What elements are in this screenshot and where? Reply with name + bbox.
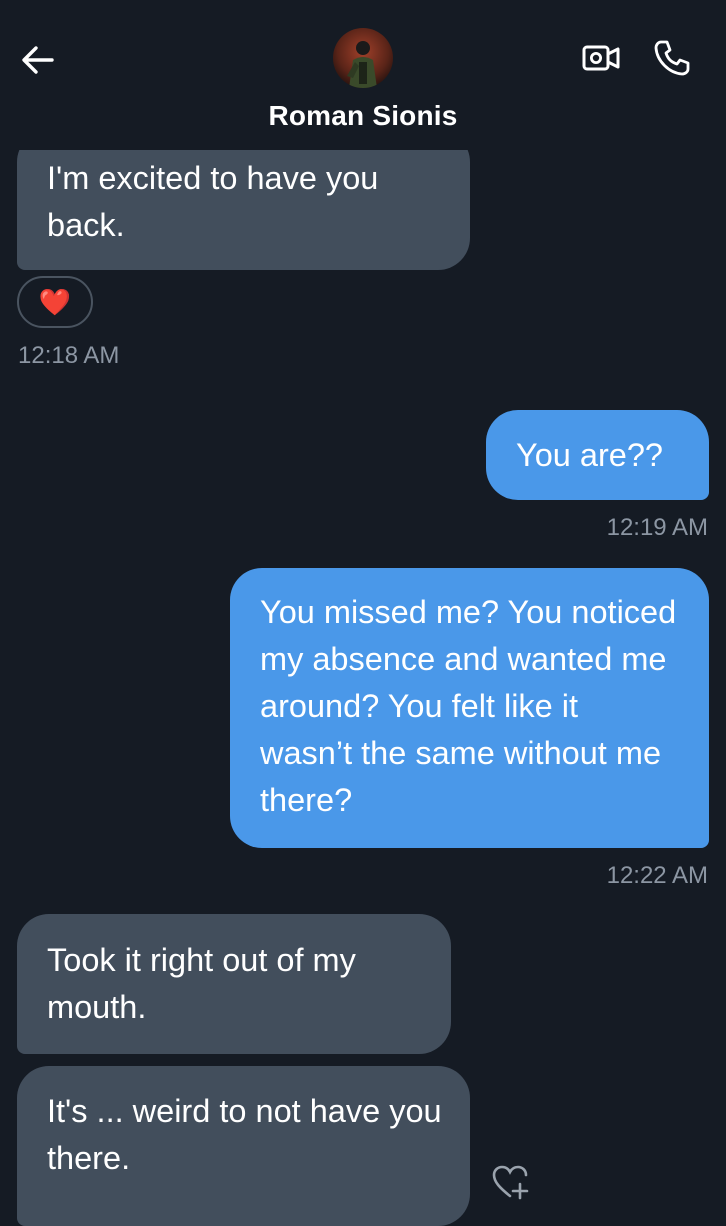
- heart-plus-icon: [492, 1165, 529, 1200]
- red-heart-emoji: ❤️: [38, 287, 72, 317]
- contact-name[interactable]: Roman Sionis: [0, 100, 726, 132]
- message-timestamp: 12:18 AM: [18, 342, 120, 369]
- avatar[interactable]: [333, 28, 393, 88]
- message-text: Took it right out of my mouth.: [47, 942, 356, 1025]
- message-text: You missed me? You noticed my absence an…: [260, 594, 677, 818]
- video-call-button[interactable]: [578, 38, 624, 78]
- back-button[interactable]: [18, 40, 58, 80]
- message-text: I'm excited to have you back.: [47, 160, 379, 243]
- arrow-left-icon: [22, 46, 54, 74]
- sent-message-bubble[interactable]: You are??: [486, 410, 709, 500]
- avatar-image: [333, 28, 393, 88]
- message-text: You are??: [516, 437, 663, 473]
- reaction-badge[interactable]: ❤️: [17, 276, 93, 328]
- received-message-bubble[interactable]: I'm excited to have you back.: [17, 130, 470, 270]
- received-message-bubble[interactable]: Took it right out of my mouth.: [17, 914, 451, 1054]
- add-reaction-button[interactable]: [490, 1162, 530, 1200]
- received-message-bubble[interactable]: It's ... weird to not have you there.: [17, 1066, 470, 1226]
- chat-header: Roman Sionis: [0, 0, 726, 150]
- phone-icon: [654, 40, 690, 76]
- message-timestamp: 12:19 AM: [606, 514, 708, 541]
- sent-message-bubble[interactable]: You missed me? You noticed my absence an…: [230, 568, 709, 848]
- video-camera-icon: [582, 45, 620, 71]
- voice-call-button[interactable]: [650, 36, 694, 80]
- message-text: It's ... weird to not have you there.: [47, 1093, 442, 1176]
- message-timestamp: 12:22 AM: [606, 862, 708, 889]
